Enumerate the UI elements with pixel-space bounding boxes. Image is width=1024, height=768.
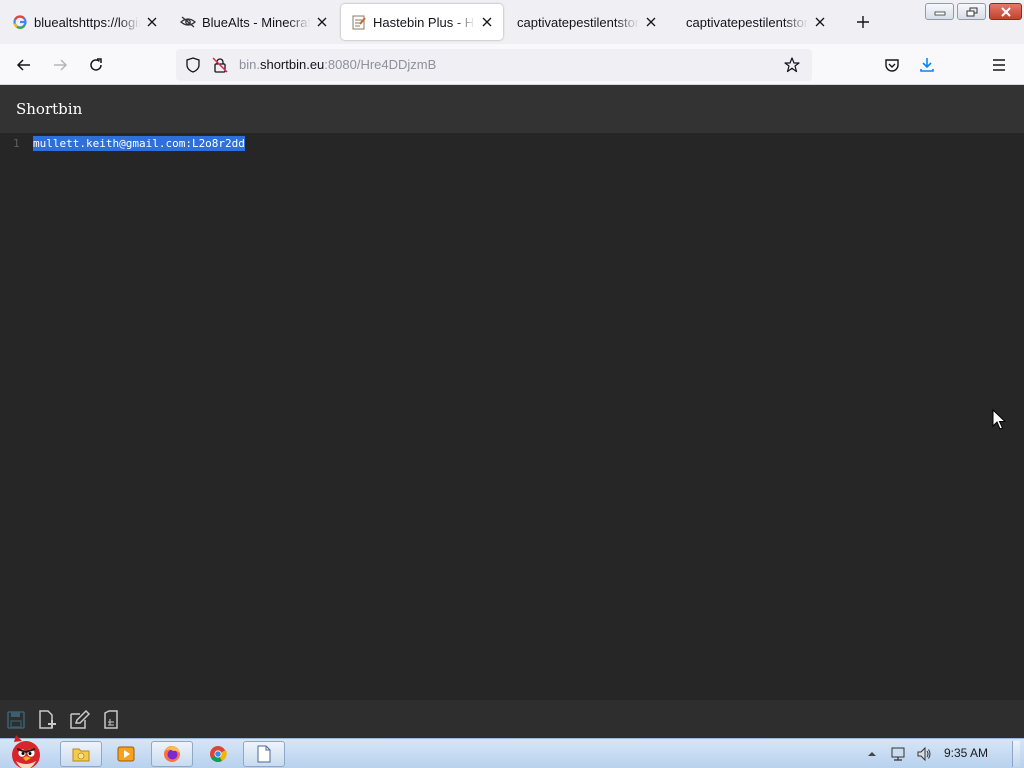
tab-bluealts-minecraft[interactable]: BlueAlts - Minecraft A (170, 4, 338, 40)
tab-hastebin-plus[interactable]: Hastebin Plus - Hre4D (341, 4, 503, 40)
taskbar-notepad[interactable] (243, 741, 285, 767)
arrow-right-icon (54, 59, 68, 71)
tab-title: Hastebin Plus - Hre4D (373, 14, 475, 30)
selected-code-text[interactable]: mullett.keith@gmail.com:L2o8r2dd (33, 135, 245, 151)
reload-button[interactable] (83, 52, 109, 78)
page-content: Shortbin 1 mullett.keith@gmail.com:L2o8r… (0, 85, 1024, 738)
show-desktop-button[interactable] (1012, 741, 1020, 767)
insecure-lock-icon[interactable] (212, 57, 228, 73)
bookmark-star-icon[interactable] (784, 57, 800, 73)
close-tab-icon[interactable] (812, 14, 828, 30)
app-menu-button[interactable] (986, 52, 1012, 78)
pocket-button[interactable] (879, 52, 905, 78)
media-player-icon (117, 746, 135, 762)
taskbar-folder[interactable] (60, 741, 102, 767)
paste-editor[interactable]: 1 mullett.keith@gmail.com:L2o8r2dd (0, 133, 1024, 700)
system-tray (866, 739, 932, 768)
edit-icon[interactable] (69, 710, 91, 730)
url-host: shortbin.eu (259, 57, 325, 72)
tab-title: captivatepestilentstormy (517, 14, 639, 30)
forward-button[interactable] (47, 52, 73, 78)
restore-icon (966, 7, 977, 16)
tab-title: bluealtshttps://login. (34, 14, 140, 30)
hamburger-menu-icon (993, 59, 1005, 71)
show-hidden-icons-icon[interactable] (866, 749, 878, 759)
close-tab-icon[interactable] (314, 14, 330, 30)
back-button[interactable] (11, 52, 37, 78)
folder-icon (72, 748, 90, 762)
minimize-icon (934, 11, 945, 15)
network-icon[interactable] (890, 746, 906, 762)
close-tab-icon[interactable] (144, 14, 160, 30)
code-line: 1 mullett.keith@gmail.com:L2o8r2dd (0, 135, 245, 151)
pocket-icon (885, 59, 899, 72)
tab-bluealts-login[interactable]: bluealtshttps://login. (2, 4, 168, 40)
google-icon (12, 14, 28, 30)
new-file-icon[interactable] (37, 710, 59, 730)
start-button[interactable] (2, 733, 50, 768)
notepad-icon (351, 14, 367, 30)
line-number: 1 (13, 136, 20, 150)
tab-captivatepestilentstormy-2[interactable]: captivatepestilentstormy (676, 4, 836, 40)
reload-icon (90, 58, 102, 71)
system-clock[interactable]: 9:35 AM (944, 746, 988, 760)
volume-icon[interactable] (916, 746, 932, 762)
paste-toolbar (0, 700, 1024, 738)
plus-icon (857, 16, 869, 28)
chrome-icon (210, 746, 227, 762)
firefox-icon (164, 746, 180, 762)
notepad-icon (257, 745, 271, 763)
tab-title: BlueAlts - Minecraft A (202, 14, 310, 30)
taskbar-firefox[interactable] (151, 741, 193, 767)
taskbar-media-player[interactable] (105, 741, 147, 767)
url-path: :8080/Hre4DDjzmB (324, 57, 437, 72)
tab-strip: bluealtshttps://login. BlueAlts - Minecr… (0, 0, 1024, 44)
url-subdomain: bin. (239, 57, 260, 72)
windows-taskbar: 9:35 AM (0, 735, 1024, 768)
close-window-button[interactable] (989, 3, 1022, 20)
close-tab-icon[interactable] (479, 14, 495, 30)
site-header: Shortbin (0, 85, 1024, 133)
download-icon (920, 58, 934, 72)
navigation-toolbar: bin.shortbin.eu:8080/Hre4DDjzmB (0, 44, 1024, 85)
close-icon (1000, 6, 1011, 17)
raw-file-icon[interactable] (101, 710, 123, 730)
eye-slash-icon (180, 14, 196, 30)
angry-bird-start-icon (12, 735, 40, 768)
minimize-window-button[interactable] (925, 3, 954, 20)
address-bar[interactable]: bin.shortbin.eu:8080/Hre4DDjzmB (176, 49, 812, 81)
url-text: bin.shortbin.eu:8080/Hre4DDjzmB (239, 57, 436, 72)
tracking-shield-icon[interactable] (185, 57, 201, 73)
site-brand[interactable]: Shortbin (16, 100, 82, 118)
save-icon[interactable] (6, 710, 28, 730)
new-tab-button[interactable] (853, 12, 873, 32)
mouse-pointer-icon (992, 409, 1006, 430)
taskbar-chrome[interactable] (197, 741, 239, 767)
tab-title: captivatepestilentstormy (686, 14, 808, 30)
close-tab-icon[interactable] (643, 14, 659, 30)
restore-window-button[interactable] (957, 3, 986, 20)
downloads-button[interactable] (914, 52, 940, 78)
tab-captivatepestilentstormy-1[interactable]: captivatepestilentstormy (507, 4, 667, 40)
arrow-left-icon (16, 59, 30, 71)
